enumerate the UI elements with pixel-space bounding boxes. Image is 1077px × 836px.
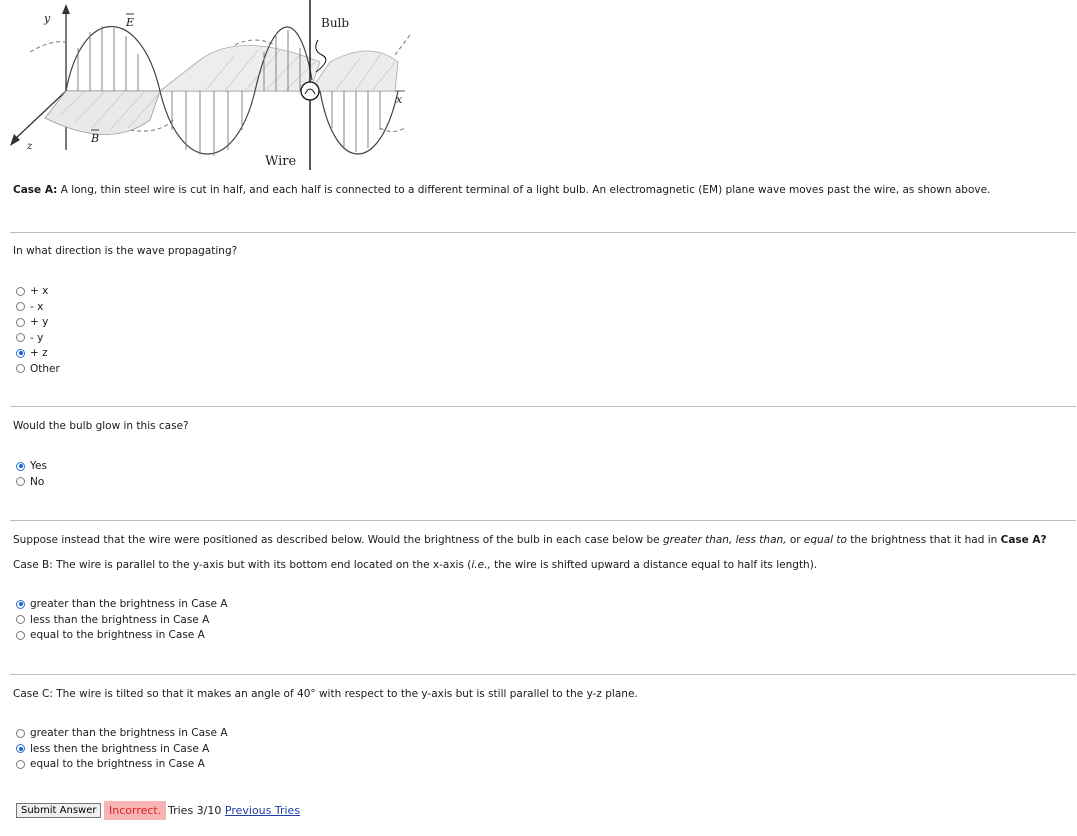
case-a-paragraph: Case A: A long, thin steel wire is cut i… (13, 184, 990, 196)
direction-option[interactable]: + x (16, 284, 48, 298)
option-label: + y (30, 316, 49, 328)
glow-option[interactable]: Yes (16, 459, 47, 473)
direction-option[interactable]: + z (16, 346, 48, 360)
direction-option[interactable]: Other (16, 362, 60, 376)
incorrect-status: Incorrect. (104, 801, 167, 820)
b-field-lobe-3 (309, 50, 399, 92)
b-field-label: B (90, 132, 99, 145)
radio-button[interactable] (16, 333, 25, 342)
radio-button[interactable] (16, 759, 25, 769)
direction-option[interactable]: - x (16, 300, 43, 314)
radio-button[interactable] (16, 744, 25, 753)
z-axis-label: z (26, 141, 33, 152)
wire-label: Wire (265, 154, 297, 169)
q3-prompt-tail: the brightness that it had in (846, 534, 1001, 546)
radio-button[interactable] (16, 286, 25, 296)
radio-button[interactable] (16, 477, 25, 486)
radio-button[interactable] (16, 348, 25, 358)
case-b-ie: i.e., (471, 559, 491, 571)
option-label: less than the brightness in Case A (30, 613, 210, 626)
radio-button[interactable] (16, 317, 25, 327)
bulb-label: Bulb (321, 16, 349, 30)
divider-2 (10, 406, 1076, 407)
option-label: greater than the brightness in Case A (30, 598, 228, 610)
option-label: + x (30, 285, 49, 297)
q3-prompt-or: or (786, 534, 804, 546)
radio-button[interactable] (16, 728, 25, 738)
y-axis-arrow (62, 4, 70, 14)
q3-prompt-less: less than, (735, 534, 787, 546)
tries-count: Tries 3/10 (168, 804, 222, 817)
tries-info: Tries 3/10 Previous Tries (168, 804, 300, 817)
case-b-option[interactable]: less than the brightness in Case A (16, 613, 209, 627)
q3-prompt: Suppose instead that the wire were posit… (13, 534, 1047, 546)
radio-button[interactable] (16, 615, 25, 624)
option-label: greater than the brightness in Case A (30, 727, 228, 739)
radio-button[interactable] (16, 630, 25, 640)
option-label: Other (30, 362, 60, 375)
direction-option[interactable]: - y (16, 331, 43, 345)
radio-button[interactable] (16, 364, 25, 373)
radio-button[interactable] (16, 599, 25, 609)
case-c-text: Case C: The wire is tilted so that it ma… (13, 688, 638, 700)
em-wave-figure: y E Bulb x z B Wire (10, 0, 411, 170)
x-axis-label: x (396, 93, 403, 106)
case-c-option[interactable]: equal to the brightness in Case A (16, 757, 205, 771)
radio-button[interactable] (16, 302, 25, 311)
option-label: Yes (30, 460, 47, 472)
divider-3 (10, 520, 1076, 521)
case-b-option[interactable]: equal to the brightness in Case A (16, 628, 205, 642)
option-label: + z (30, 347, 48, 359)
option-label: equal to the brightness in Case A (30, 758, 205, 770)
option-label: - x (30, 300, 44, 313)
case-b-text: Case B: The wire is parallel to the y-ax… (13, 559, 817, 571)
q3-prompt-start: Suppose instead that the wire were posit… (13, 534, 663, 546)
b-field-lobe-2 (158, 45, 321, 92)
option-label: No (30, 475, 45, 488)
divider-1 (10, 232, 1076, 233)
case-b-option[interactable]: greater than the brightness in Case A (16, 597, 228, 611)
y-axis-label: y (43, 12, 51, 25)
q3-prompt-case: Case A? (1000, 534, 1047, 546)
case-c-option[interactable]: greater than the brightness in Case A (16, 726, 228, 740)
q2-prompt: Would the bulb glow in this case? (13, 420, 189, 432)
case-b-start: Case B: The wire is parallel to the y-ax… (13, 559, 472, 571)
case-a-text: A long, thin steel wire is cut in half, … (60, 184, 991, 196)
option-label: less then the brightness in Case A (30, 742, 210, 755)
case-b-end: the wire is shifted upward a distance eq… (490, 559, 818, 571)
case-c-option[interactable]: less then the brightness in Case A (16, 742, 209, 756)
case-a-label: Case A: (13, 184, 58, 196)
e-field-label: E (125, 16, 134, 29)
option-label: - y (30, 331, 44, 344)
glow-option[interactable]: No (16, 475, 44, 489)
previous-tries-link[interactable]: Previous Tries (225, 804, 300, 817)
option-label: equal to the brightness in Case A (30, 629, 205, 641)
radio-button[interactable] (16, 461, 25, 471)
bulb-icon (300, 81, 320, 101)
q3-prompt-equal: equal to (803, 534, 847, 546)
q3-prompt-greater: greater than, (662, 534, 733, 546)
divider-4 (10, 674, 1076, 675)
submit-answer-button[interactable]: Submit Answer (16, 803, 102, 818)
q1-prompt: In what direction is the wave propagatin… (13, 245, 238, 257)
direction-option[interactable]: + y (16, 315, 48, 329)
